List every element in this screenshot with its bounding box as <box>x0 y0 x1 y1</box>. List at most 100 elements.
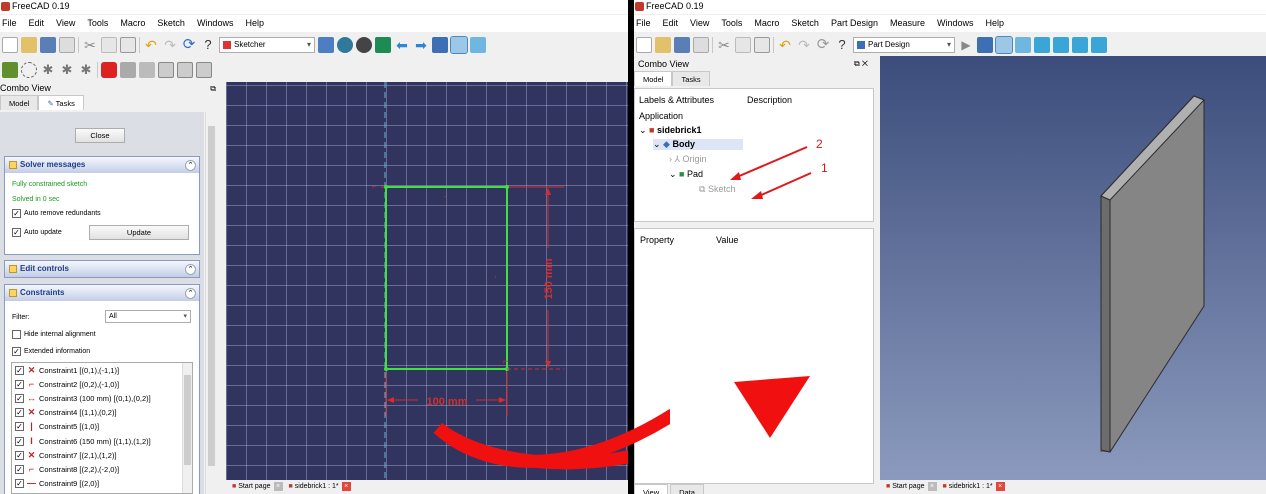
zoom-icon[interactable] <box>450 35 468 54</box>
constraint-list-scrollbar[interactable] <box>182 363 192 493</box>
close-tab-icon[interactable]: × <box>341 481 351 491</box>
menu-edit[interactable]: Edit <box>663 15 679 32</box>
menu-macro[interactable]: Macro <box>120 15 145 32</box>
rear-view-icon[interactable] <box>1091 36 1107 53</box>
tab-data[interactable]: Data <box>670 484 704 494</box>
collapse-icon[interactable]: ⌃ <box>185 160 196 171</box>
paste-icon[interactable] <box>754 36 770 53</box>
menu-windows[interactable]: Windows <box>197 15 234 32</box>
back-arrow-icon[interactable]: ⬅ <box>394 37 410 53</box>
bounding-box-icon[interactable] <box>375 36 391 53</box>
menu-sketch[interactable]: Sketch <box>157 15 185 32</box>
forward-arrow-icon[interactable]: ➡ <box>413 37 429 53</box>
collapse-icon[interactable]: ⌃ <box>185 264 196 275</box>
menu-view[interactable]: View <box>690 15 709 32</box>
constraint-row[interactable]: ✓ ⌐ Constraint8 [(2,2),(-2,0)] <box>12 462 192 476</box>
undo-icon[interactable]: ↶ <box>777 37 793 53</box>
snap-tool-icon[interactable]: ✱ <box>78 62 94 78</box>
redo-icon[interactable]: ↷ <box>796 37 812 53</box>
right-view-icon[interactable] <box>1072 36 1088 53</box>
constraint-row[interactable]: ✓ ✕ Constraint7 [(2,1),(1,2)] <box>12 448 192 462</box>
constraint-checkbox[interactable]: ✓ <box>15 422 24 432</box>
refresh-icon[interactable]: ⟳ <box>815 36 831 53</box>
top-view-icon[interactable] <box>1053 36 1069 53</box>
cut-icon[interactable]: ✂ <box>716 37 732 53</box>
constraint-row[interactable]: ✓ ⌐ Constraint2 [(0,2),(-1,0)] <box>12 377 192 391</box>
save-as-icon[interactable] <box>59 36 75 53</box>
auto-remove-checkbox[interactable]: ✓ Auto remove redundants <box>12 209 101 218</box>
close-tab-icon[interactable]: × <box>995 481 1005 491</box>
workbench-selector[interactable]: Part Design <box>853 36 955 53</box>
menu-windows[interactable]: Windows <box>937 15 974 32</box>
constraint-checkbox[interactable]: ✓ <box>15 479 24 489</box>
close-tab-icon[interactable]: × <box>273 481 283 491</box>
menu-view[interactable]: View <box>56 15 75 32</box>
float-close-icon[interactable]: ⧉ ✕ <box>854 59 868 69</box>
tab-start-page[interactable]: ■ Start page × <box>886 480 937 494</box>
play-macro-icon[interactable]: ▶ <box>958 37 974 53</box>
constraint-checkbox[interactable]: ✓ <box>15 408 24 418</box>
menu-tools[interactable]: Tools <box>721 15 742 32</box>
model-tree[interactable]: Labels & Attributes Description Applicat… <box>634 88 874 222</box>
constraint-row[interactable]: ✓ ✕ Constraint4 [(1,1),(0,2)] <box>12 406 192 420</box>
isometric-view-icon[interactable] <box>1015 36 1031 53</box>
property-column-header[interactable]: Property <box>640 235 674 245</box>
constraint-checkbox[interactable]: ✓ <box>15 436 24 446</box>
menu-sketch[interactable]: Sketch <box>791 15 819 32</box>
save-icon[interactable] <box>674 36 690 53</box>
copy-icon[interactable] <box>101 36 117 53</box>
auto-update-checkbox[interactable]: ✓ Auto update <box>12 228 62 237</box>
folder-icon[interactable] <box>139 61 155 78</box>
menu-edit[interactable]: Edit <box>29 15 45 32</box>
menu-file[interactable]: File <box>2 15 17 32</box>
menu-help[interactable]: Help <box>245 15 264 32</box>
tab-sidebrick1[interactable]: ■ sidebrick1 : 1* × <box>289 480 351 494</box>
tab-model[interactable]: Model <box>634 71 673 86</box>
update-button[interactable]: Update <box>89 225 189 240</box>
constraint-checkbox[interactable]: ✓ <box>15 464 24 474</box>
tab-tasks[interactable]: ✎ Tasks <box>38 95 84 110</box>
validate-sketch-icon[interactable] <box>101 61 117 78</box>
constraint-row[interactable]: ✓ | Constraint5 [(1,0)] <box>12 420 192 434</box>
std-views-icon[interactable] <box>432 36 448 53</box>
close-tab-icon[interactable]: × <box>927 481 937 491</box>
task-panel-scrollbar[interactable] <box>205 112 217 494</box>
close-button[interactable]: Close <box>75 128 125 143</box>
front-view-icon[interactable] <box>1034 36 1050 53</box>
3d-view[interactable] <box>880 56 1266 486</box>
menu-tools[interactable]: Tools <box>87 15 108 32</box>
whats-this-icon[interactable]: ? <box>834 37 850 53</box>
link-actions-icon[interactable] <box>196 61 212 78</box>
copy-icon[interactable] <box>735 36 751 53</box>
constraint-tool-icon[interactable]: ✱ <box>59 62 75 78</box>
solver-messages-header[interactable]: Solver messages ⌃ <box>5 157 199 173</box>
constraint-checkbox[interactable]: ✓ <box>15 379 24 389</box>
constraint-row[interactable]: ✓ ↔ Constraint3 (100 mm) [(0,1),(0,2)] <box>12 391 192 405</box>
menu-help[interactable]: Help <box>986 15 1005 32</box>
edit-controls-header[interactable]: Edit controls ⌃ <box>5 261 199 277</box>
menu-measure[interactable]: Measure <box>890 15 925 32</box>
draw-style-icon[interactable] <box>356 36 372 53</box>
constraint-row[interactable]: ✓ ✕ Constraint1 [(0,1),(-1,1)] <box>12 363 192 377</box>
link-icon[interactable] <box>158 61 174 78</box>
menu-file[interactable]: File <box>636 15 651 32</box>
menu-part-design[interactable]: Part Design <box>831 15 878 32</box>
constraint-row[interactable]: ✓ I Constraint6 (150 mm) [(1,1),(1,2)] <box>12 434 192 448</box>
tab-sidebrick1[interactable]: ■ sidebrick1 : 1* × <box>943 480 1005 494</box>
paste-icon[interactable] <box>120 36 136 53</box>
collapse-icon[interactable]: ⌃ <box>185 288 196 299</box>
isometric-view-icon[interactable] <box>470 36 486 53</box>
fit-all-icon[interactable] <box>318 36 334 53</box>
constraints-header[interactable]: Constraints ⌃ <box>5 285 199 301</box>
new-file-icon[interactable] <box>636 36 652 53</box>
tab-model[interactable]: Model <box>0 95 39 110</box>
open-folder-icon[interactable] <box>21 36 37 53</box>
filter-select[interactable]: All <box>105 310 191 323</box>
sketch-icon[interactable] <box>2 61 18 78</box>
tab-start-page[interactable]: ■ Start page × <box>232 480 283 494</box>
new-file-icon[interactable] <box>2 36 18 53</box>
save-icon[interactable] <box>40 36 56 53</box>
value-column-header[interactable]: Value <box>716 235 738 245</box>
link-group-icon[interactable] <box>177 61 193 78</box>
redo-icon[interactable]: ↷ <box>162 37 178 53</box>
